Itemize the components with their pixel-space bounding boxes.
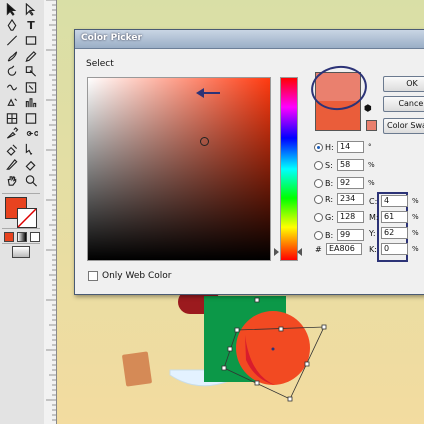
hsb-label-h: H: [325,142,334,152]
cmyk-label-c: C: [369,196,378,206]
hsb-input-b[interactable]: 92 [337,177,364,189]
cancel-button[interactable]: Cancel [383,96,424,112]
pen-tool-icon[interactable] [3,18,21,33]
rgb-input-b[interactable]: 99 [337,229,364,241]
cmyk-unit-y: % [412,229,419,237]
cmyk-row-y: Y: 62% [369,227,419,239]
annotation-arrow-icon [196,88,220,98]
web-safe-cube-icon[interactable]: ⬢ [364,104,372,114]
ruler-ticks [46,0,56,421]
type-tool-icon[interactable]: T [22,18,40,33]
color-swatches-button[interactable]: Color Swatches [383,118,424,134]
cmyk-unit-k: % [412,245,419,253]
hsb-unit-h: ° [368,143,372,151]
mesh-tool-icon[interactable] [3,111,21,126]
rgb-label-b: B: [325,230,334,240]
cmyk-input-y[interactable]: 62 [381,227,408,239]
tools-separator [2,193,40,194]
column-graph-tool-icon[interactable] [22,95,40,110]
live-paint-tool-icon[interactable] [3,142,21,157]
rgb-row-r: R: 234 [314,193,364,205]
zoom-tool-icon[interactable] [22,173,40,188]
selection-tool-icon[interactable] [3,2,21,17]
rotate-tool-icon[interactable] [3,64,21,79]
free-transform-tool-icon[interactable] [22,80,40,95]
only-web-color-label: Only Web Color [102,271,172,281]
symbol-sprayer-tool-icon[interactable] [3,95,21,110]
eraser-tool-icon[interactable] [22,157,40,172]
hand-tool-icon[interactable] [3,173,21,188]
live-paint-selection-tool-icon[interactable] [22,142,40,157]
hsb-input-s[interactable]: 58 [337,159,364,171]
select-label: Select [86,59,114,69]
tools-panel: T [0,0,45,424]
tools-separator [2,228,40,229]
eyedropper-tool-icon[interactable] [3,126,21,141]
rgb-row-g: G: 128 [314,211,364,223]
cmyk-input-c[interactable]: 4 [381,195,408,207]
hsb-unit-b: % [368,179,375,187]
ok-button[interactable]: OK [383,76,424,92]
hsb-label-s: S: [325,160,333,170]
color-mode-buttons[interactable] [4,232,40,242]
rgb-label-r: R: [325,194,334,204]
color-field-marker[interactable] [200,137,209,146]
screen-mode-icon[interactable] [12,246,30,258]
rgb-radio-b[interactable] [314,230,323,240]
rgb-input-g[interactable]: 128 [337,211,364,223]
only-web-color-checkbox[interactable]: Only Web Color [88,271,171,281]
color-mode-icon[interactable] [4,232,14,242]
rgb-row-b: B: 99 [314,229,364,241]
hex-label: # [315,245,322,254]
checkbox-box[interactable] [88,271,98,281]
hue-slider-left-arrow-icon[interactable] [274,248,279,256]
hsb-row-b: B: 92% [314,177,375,189]
rectangle-tool-icon[interactable] [22,33,40,48]
hue-slider[interactable] [280,77,298,261]
dialog-titlebar[interactable]: Color Picker [75,30,424,49]
hsb-radio-s[interactable] [314,160,323,170]
hsb-radio-b[interactable] [314,178,323,188]
stroke-color-swatch[interactable] [17,208,37,228]
gradient-mode-icon[interactable] [17,232,27,242]
hsb-label-b: B: [325,178,334,188]
hsb-radio-h[interactable] [314,142,323,152]
saturation-brightness-field[interactable] [87,77,271,261]
slice-tool-icon[interactable] [3,157,21,172]
hsb-row-h: H: 14 ° [314,141,372,153]
rgb-input-r[interactable]: 234 [337,193,364,205]
paintbrush-tool-icon[interactable] [3,49,21,64]
cmyk-row-m: M: 61% [369,211,419,223]
dialog-title: Color Picker [81,33,142,43]
hue-slider-right-arrow-icon[interactable] [297,248,302,256]
tools-separator [2,243,40,244]
scale-tool-icon[interactable] [22,64,40,79]
cmyk-input-m[interactable]: 61 [381,211,408,223]
cmyk-unit-c: % [412,197,419,205]
pencil-tool-icon[interactable] [22,49,40,64]
cmyk-row-c: C: 4% [369,195,419,207]
line-tool-icon[interactable] [3,33,21,48]
none-mode-icon[interactable] [30,232,40,242]
color-picker-dialog: Color Picker Select Only Web Color ⬢ OK … [74,29,424,295]
direct-selection-tool-icon[interactable] [22,2,40,17]
rgb-radio-g[interactable] [314,212,323,222]
gradient-tool-icon[interactable] [22,111,40,126]
rgb-radio-r[interactable] [314,194,323,204]
cmyk-row-k: K: 0% [369,243,419,255]
hsb-input-h[interactable]: 14 [337,141,364,153]
cmyk-input-k[interactable]: 0 [381,243,408,255]
cmyk-unit-m: % [412,213,419,221]
vertical-ruler [44,0,57,424]
blend-tool-icon[interactable] [22,126,40,141]
hsb-unit-s: % [368,161,375,169]
warp-tool-icon[interactable] [3,80,21,95]
gamut-warning-swatch[interactable] [366,120,377,131]
cmyk-label-k: K: [369,244,377,254]
hsb-row-s: S: 58% [314,159,375,171]
cmyk-label-y: Y: [369,228,376,238]
hex-input[interactable]: EA806 [326,243,362,255]
rgb-label-g: G: [325,212,334,222]
cmyk-label-m: M: [369,212,379,222]
